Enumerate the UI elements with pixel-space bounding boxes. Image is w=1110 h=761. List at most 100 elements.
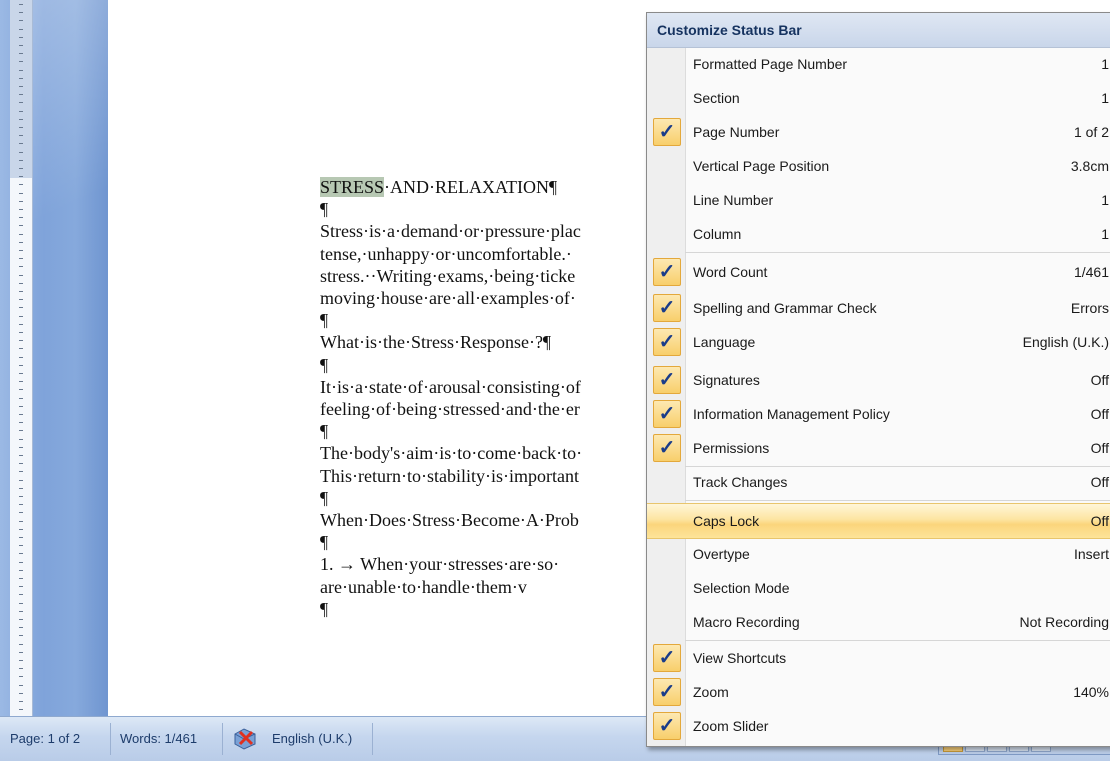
ruler-tick [19,545,23,546]
document-line[interactable]: ¶ [320,598,328,620]
menu-item-word-count[interactable]: ✓ Word Count 1/461 [647,255,1110,289]
ruler-tick [19,242,23,243]
menu-item-track-changes[interactable]: Track Changes Off [647,465,1110,499]
menu-header: Customize Status Bar [647,13,1110,48]
document-line[interactable]: are·unable·to·handle·them·v [320,576,527,598]
ruler-tick [19,381,23,382]
ruler-tick [19,406,23,407]
ruler-tick [19,529,23,530]
menu-item-label: Macro Recording [693,614,800,630]
ruler-tick [19,430,23,431]
menu-item-value: 140% [1073,684,1109,700]
menu-item-view-shortcuts[interactable]: ✓ View Shortcuts [647,641,1110,675]
menu-item-permissions[interactable]: ✓ Permissions Off [647,431,1110,465]
document-line[interactable]: Stress·is·a·demand·or·pressure·plac [320,220,581,242]
checkmark-icon: ✓ [653,712,681,740]
checkmark-icon: ✓ [653,328,681,356]
document-line[interactable]: What·is·the·Stress·Response·?¶ [320,331,551,353]
document-line[interactable]: It·is·a·state·of·arousal·consisting·of [320,376,581,398]
ruler-tick [19,389,23,390]
ruler-tick [19,570,23,571]
line-text: ¶ [320,598,329,619]
ruler-tick [19,685,23,686]
document-line[interactable]: When·Does·Stress·Become·A·Prob [320,509,579,531]
line-text: ¶ [320,487,329,508]
document-line[interactable]: moving·house·are·all·examples·of· [320,287,576,309]
menu-item-label: Column [693,226,742,242]
ruler-tick [19,340,23,341]
menu-item-line-number[interactable]: Line Number 1 [647,183,1110,217]
ruler-tick [19,603,23,604]
document-line[interactable]: stress.··Writing·exams,·being·ticke [320,265,575,287]
ruler-tick [19,488,23,489]
menu-item-label: Signatures [693,372,760,388]
menu-item-label: Overtype [693,546,750,562]
document-line[interactable]: 1. → When·your·stresses·are·so· [320,553,559,575]
document-line[interactable]: feeling·of·being·stressed·and·the·er [320,398,580,420]
vertical-ruler[interactable] [10,0,33,716]
ruler-tick [19,578,23,579]
menu-item-information-management-policy[interactable]: ✓ Information Management Policy Off [647,397,1110,431]
document-line[interactable]: ¶ [320,198,328,220]
menu-item-macro-recording[interactable]: Macro Recording Not Recording [647,605,1110,639]
menu-item-vertical-page-position[interactable]: Vertical Page Position 3.8cm [647,149,1110,183]
ruler-tick [19,37,23,38]
ruler-tick [19,291,23,292]
ruler-tick [19,61,23,62]
ruler-tick [19,324,23,325]
document-line[interactable]: ¶ [320,309,328,331]
menu-item-value: 1 [1101,226,1109,242]
menu-item-label: Information Management Policy [693,406,890,422]
document-line[interactable]: ¶ [320,354,328,376]
menu-separator [685,466,1110,467]
menu-item-formatted-page-number[interactable]: Formatted Page Number 1 [647,47,1110,81]
menu-item-page-number[interactable]: ✓ Page Number 1 of 2 [647,115,1110,149]
menu-item-signatures[interactable]: ✓ Signatures Off [647,363,1110,397]
menu-item-zoom-slider[interactable]: ✓ Zoom Slider [647,709,1110,743]
ruler-tick [19,553,23,554]
document-line[interactable]: The·body's·aim·is·to·come·back·to· [320,442,582,464]
menu-item-caps-lock[interactable]: Caps Lock Off [647,503,1110,539]
ruler-tick [19,619,23,620]
status-language[interactable]: English (U.K.) [272,717,352,761]
ruler-tick [19,414,23,415]
ruler-tick [19,693,23,694]
document-line[interactable]: This·return·to·stability·is·important [320,465,579,487]
menu-item-value: Errors [1070,300,1109,316]
document-line[interactable]: ¶ [320,531,328,553]
menu-item-overtype[interactable]: Overtype Insert [647,537,1110,571]
ruler-tick [19,627,23,628]
ruler-tick [19,463,23,464]
menu-item-selection-mode[interactable]: Selection Mode [647,571,1110,605]
document-line[interactable]: tense,·unhappy·or·uncomfortable.· [320,243,572,265]
menu-item-zoom[interactable]: ✓ Zoom 140% [647,675,1110,709]
ruler-tick [19,562,23,563]
ruler-tick [19,471,23,472]
menu-item-value: 1 of 2 [1073,124,1109,140]
menu-item-spelling-and-grammar-check[interactable]: ✓ Spelling and Grammar Check Errors [647,291,1110,325]
line-text: Stress·is·a·demand·or·pressure·plac [320,221,581,242]
ruler-tick [19,20,23,21]
status-word-count[interactable]: Words: 1/461 [120,717,197,761]
line-text: When·Does·Stress·Become·A·Prob [320,510,579,530]
ruler-tick [19,176,23,177]
ruler-tick [19,299,23,300]
menu-item-value: 1 [1101,90,1109,106]
menu-item-column[interactable]: Column 1 [647,217,1110,251]
menu-item-section[interactable]: Section 1 [647,81,1110,115]
menu-item-language[interactable]: ✓ Language English (U.K.) [647,325,1110,359]
document-line[interactable]: STRESS·AND·RELAXATION¶ [320,176,557,198]
ruler-tick [19,201,23,202]
document-line[interactable]: ¶ [320,487,328,509]
proofing-error-icon[interactable] [230,717,262,761]
status-page-number[interactable]: Page: 1 of 2 [10,717,80,761]
ruler-tick [19,94,23,95]
line-text: ¶ [320,354,329,375]
ruler-tick [19,512,23,513]
menu-separator [685,640,1110,641]
menu-item-label: View Shortcuts [693,650,787,666]
line-text: The·body's·aim·is·to·come·back·to· [320,443,583,464]
document-line[interactable]: ¶ [320,420,328,442]
ruler-tick [19,250,23,251]
menu-item-label: Page Number [693,124,780,140]
